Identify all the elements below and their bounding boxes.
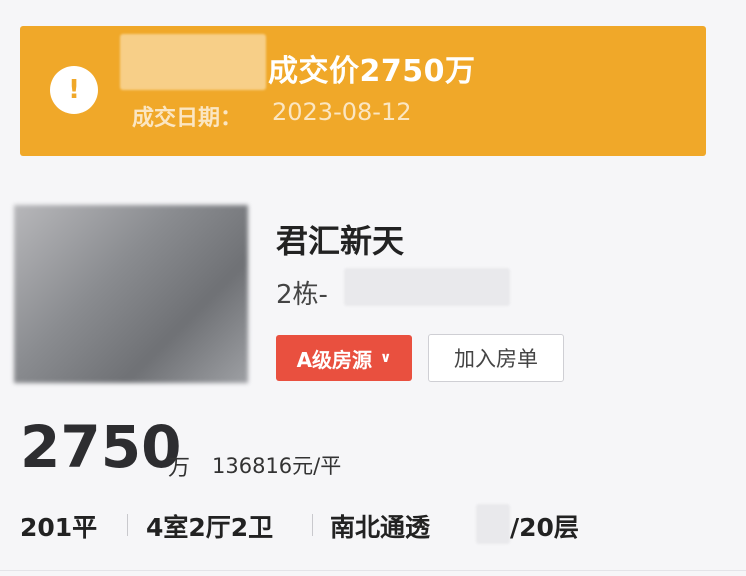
deal-price: 成交价2750万 [268, 54, 476, 89]
total-price: 2750 [20, 413, 182, 481]
deal-date-value: 2023-08-12 [272, 98, 412, 126]
price-unit: 万 [168, 456, 191, 481]
building-number: 2栋- [276, 280, 328, 310]
warning-icon: ! [50, 66, 98, 114]
grade-badge-label: A级房源 [296, 347, 373, 372]
divider [0, 570, 746, 571]
spec-floors: /20层 [510, 513, 579, 542]
grade-badge-dropdown[interactable]: A级房源 ∨ [276, 335, 412, 381]
listing-thumbnail[interactable] [14, 205, 248, 383]
spec-layout: 4室2厅2卫 [146, 513, 274, 542]
add-to-list-button[interactable]: 加入房单 [428, 334, 564, 382]
chevron-down-icon: ∨ [380, 350, 392, 366]
redacted-area [476, 504, 510, 544]
spec-orientation: 南北通透 [330, 513, 431, 542]
deal-date-label: 成交日期： [132, 106, 243, 131]
listing-title[interactable]: 君汇新天 [276, 216, 404, 262]
unit-price: 136816元/平 [212, 454, 342, 478]
redacted-area [120, 34, 266, 90]
spec-area: 201平 [20, 513, 98, 542]
divider [312, 514, 313, 536]
redacted-area [344, 268, 510, 306]
divider [127, 514, 128, 536]
